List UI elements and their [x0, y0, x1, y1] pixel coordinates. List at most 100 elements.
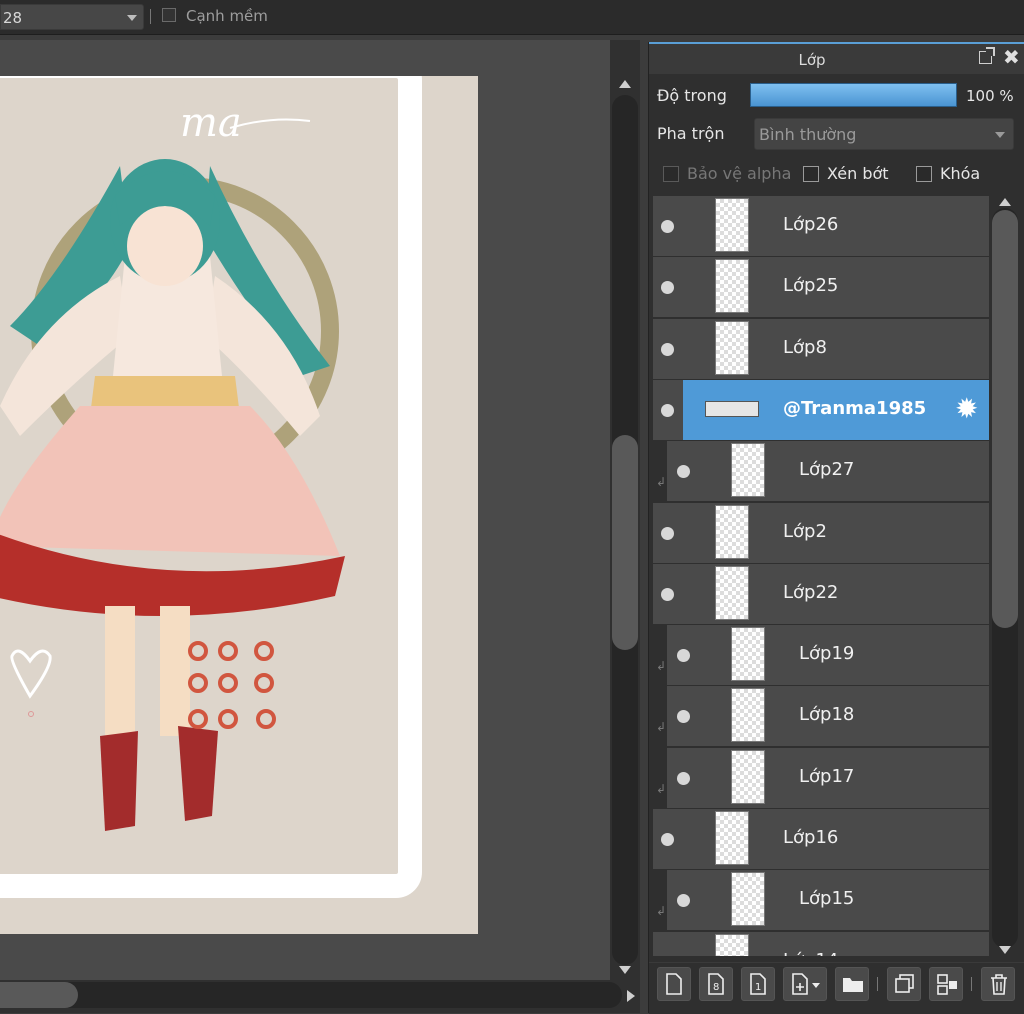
layer-name: Lớp25	[783, 275, 838, 296]
new-layer-button[interactable]	[657, 967, 691, 1001]
layer-name: Lớp27	[799, 459, 854, 480]
scroll-thumb[interactable]	[612, 435, 638, 650]
close-icon[interactable]: ✖	[1003, 47, 1020, 67]
top-toolbar: 28 Cạnh mềm	[0, 0, 1024, 35]
visibility-toggle-icon[interactable]	[677, 894, 690, 907]
clip-arrow-icon: ↲	[656, 720, 666, 734]
canvas-area[interactable]: ma	[0, 40, 640, 1013]
duplicate-icon	[894, 973, 916, 995]
add-layer-dropdown-button[interactable]	[783, 967, 827, 1001]
brush-size-dropdown[interactable]: 28	[0, 4, 144, 30]
layer-row[interactable]: Lớp8	[653, 319, 989, 381]
layer-row[interactable]: ↲Lớp17	[653, 748, 989, 810]
clipping-indicator: ↲	[653, 870, 667, 930]
clipping-indicator: ↲	[653, 441, 667, 501]
layer-row[interactable]: Lớp14	[653, 932, 989, 956]
layer-name: Lớp16	[783, 827, 838, 848]
layer-thumbnail	[705, 401, 759, 417]
gear-icon[interactable]: ✹	[955, 395, 978, 423]
layer-thumbnail	[715, 505, 749, 559]
merge-layer-button[interactable]	[929, 967, 963, 1001]
lock-label: Khóa	[940, 164, 980, 183]
canvas-vertical-scrollbar[interactable]	[610, 40, 640, 980]
layer-row[interactable]: ↲ Lớp27	[653, 441, 989, 503]
scroll-thumb[interactable]	[0, 982, 78, 1008]
canvas-horizontal-scrollbar[interactable]	[0, 980, 640, 1013]
layer-thumbnail	[715, 934, 749, 956]
layer-name: Lớp2	[783, 521, 827, 542]
scroll-up-arrow-icon[interactable]	[999, 198, 1011, 206]
layer-panel: Lớp ✖ Độ trong 100 % Pha trộn Bình thườn…	[648, 42, 1024, 1013]
layer-1bit-icon: 1	[748, 973, 768, 995]
scroll-track[interactable]	[0, 982, 622, 1008]
scroll-up-arrow-icon[interactable]	[619, 80, 631, 88]
layer-row[interactable]: Lớp26	[653, 196, 989, 258]
svg-text:8: 8	[713, 982, 719, 993]
blend-mode-label: Pha trộn	[657, 124, 724, 143]
layer-row[interactable]: ↲Lớp19	[653, 625, 989, 687]
new-8bit-layer-button[interactable]: 8	[699, 967, 733, 1001]
scroll-down-arrow-icon[interactable]	[999, 946, 1011, 954]
visibility-toggle-icon[interactable]	[677, 772, 690, 785]
artwork-canvas[interactable]: ma	[0, 76, 478, 934]
layer-row[interactable]: Lớp2	[653, 503, 989, 565]
new-1bit-layer-button[interactable]: 1	[741, 967, 775, 1001]
trash-icon	[988, 973, 1010, 995]
visibility-toggle-icon[interactable]	[661, 343, 674, 356]
visibility-toggle-icon[interactable]	[661, 527, 674, 540]
layer-thumbnail	[715, 259, 749, 313]
visibility-toggle-icon[interactable]	[677, 710, 690, 723]
layer-row[interactable]: Lớp22	[653, 564, 989, 626]
chevron-down-icon	[127, 15, 137, 21]
panel-title: Lớp	[649, 51, 975, 69]
opacity-label: Độ trong	[657, 86, 727, 105]
visibility-toggle-icon[interactable]	[661, 833, 674, 846]
protect-alpha-checkbox[interactable]	[663, 166, 679, 182]
clipping-indicator: ↲	[653, 625, 667, 685]
new-folder-button[interactable]	[835, 967, 869, 1001]
blend-mode-dropdown[interactable]: Bình thường	[754, 118, 1014, 150]
toolbar-divider	[150, 9, 151, 24]
scroll-down-arrow-icon[interactable]	[619, 966, 631, 974]
visibility-toggle-icon[interactable]	[661, 588, 674, 601]
toolbar-divider	[877, 977, 878, 991]
layer-thumbnail	[715, 566, 749, 620]
toolbar-divider	[971, 977, 972, 991]
layer-name: @Tranma1985	[783, 398, 926, 419]
layer-name: Lớp22	[783, 582, 838, 603]
visibility-toggle-icon[interactable]	[677, 465, 690, 478]
layer-row[interactable]: ↲Lớp15	[653, 870, 989, 932]
visibility-toggle-icon[interactable]	[661, 281, 674, 294]
clipping-indicator: ↲	[653, 686, 667, 746]
layer-list-scrollbar[interactable]	[991, 196, 1021, 956]
merge-down-icon	[936, 973, 958, 995]
layer-thumbnail	[731, 443, 765, 497]
opacity-value: 100 %	[966, 87, 1014, 105]
layer-row[interactable]: ↲Lớp18	[653, 686, 989, 748]
delete-layer-button[interactable]	[981, 967, 1015, 1001]
artwork-illustration: ma	[0, 76, 478, 934]
clip-arrow-icon: ↲	[656, 475, 666, 489]
soft-edge-label: Cạnh mềm	[186, 7, 268, 25]
layer-row[interactable]: Lớp16	[653, 809, 989, 871]
layer-thumbnail	[715, 198, 749, 252]
layer-thumbnail	[715, 811, 749, 865]
folder-icon	[842, 973, 864, 995]
scroll-thumb[interactable]	[992, 210, 1018, 628]
visibility-toggle-icon[interactable]	[661, 404, 674, 417]
clip-arrow-icon: ↲	[656, 904, 666, 918]
duplicate-layer-button[interactable]	[887, 967, 921, 1001]
opacity-slider[interactable]	[750, 83, 957, 107]
clipping-checkbox[interactable]	[803, 166, 819, 182]
scroll-right-arrow-icon[interactable]	[627, 990, 635, 1002]
layer-list: Lớp26 Lớp25 Lớp8 @Tranma1985 ✹ ↲ Lớp27 Lớp2 Lớp2…	[653, 196, 989, 956]
layer-row-selected[interactable]: @Tranma1985 ✹	[653, 380, 989, 442]
popout-icon[interactable]	[979, 51, 992, 64]
lock-checkbox[interactable]	[916, 166, 932, 182]
svg-text:1: 1	[755, 982, 761, 993]
clipping-label: Xén bớt	[827, 164, 889, 183]
layer-row[interactable]: Lớp25	[653, 257, 989, 319]
visibility-toggle-icon[interactable]	[661, 220, 674, 233]
soft-edge-checkbox[interactable]	[162, 8, 176, 22]
visibility-toggle-icon[interactable]	[677, 649, 690, 662]
